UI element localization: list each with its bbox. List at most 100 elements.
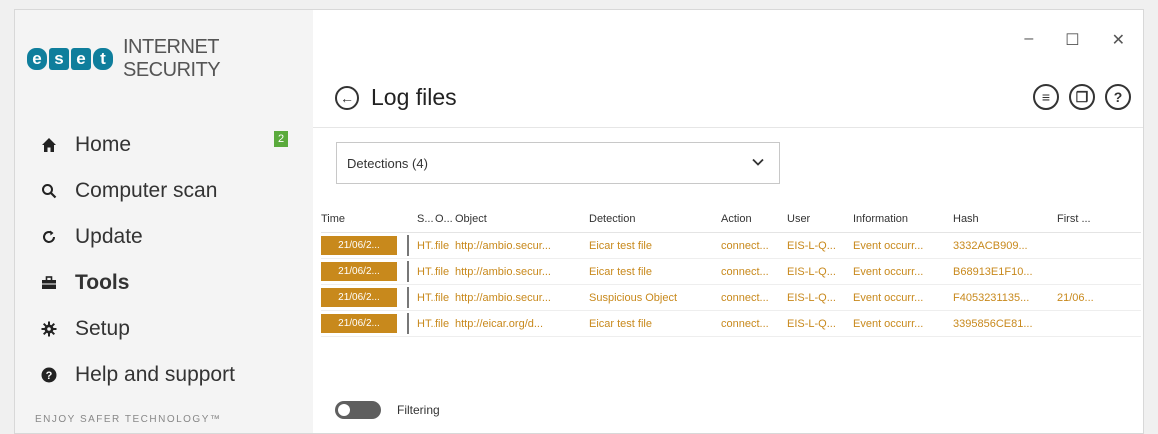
- table-cell: connect...: [721, 239, 769, 252]
- table-cell: Eicar test file: [589, 265, 652, 278]
- sidebar-nav: Home 2 Computer scan Update Tools Setup …: [15, 122, 313, 398]
- window-controls: – ☐ ✕: [1024, 30, 1125, 50]
- table-cell: http://ambio.secur...: [455, 239, 551, 252]
- table-cell: 3332ACB909...: [953, 239, 1028, 252]
- log-type-select[interactable]: Detections (4): [336, 142, 780, 184]
- sidebar-item-tools[interactable]: Tools: [15, 260, 313, 306]
- sidebar-item-label: Tools: [75, 271, 130, 294]
- copy-icon[interactable]: ❐: [1069, 84, 1095, 110]
- table-cell: Event occurr...: [853, 317, 924, 330]
- logo-letter: t: [93, 48, 113, 70]
- page-header: ← Log files: [335, 84, 457, 111]
- table-row[interactable]: 21/06/2... HT... file http://ambio.secur…: [321, 285, 1141, 311]
- sidebar-item-label: Computer scan: [75, 179, 218, 202]
- briefcase-icon: [41, 275, 57, 291]
- table-cell: Suspicious Object: [589, 291, 678, 304]
- home-icon: [41, 137, 57, 153]
- table-cell: connect...: [721, 317, 769, 330]
- toggle-knob: [338, 404, 350, 416]
- time-cell: 21/06/2...: [321, 261, 417, 282]
- table-cell: http://eicar.org/d...: [455, 317, 544, 330]
- header-divider: [313, 127, 1143, 128]
- log-type-value: Detections (4): [347, 155, 428, 171]
- notification-badge: 2: [274, 131, 288, 147]
- help-icon[interactable]: ?: [1105, 84, 1131, 110]
- row-separator: [407, 287, 409, 308]
- table-row[interactable]: 21/06/2... HT... file http://ambio.secur…: [321, 259, 1141, 285]
- table-cell: EIS-L-Q...: [787, 317, 836, 330]
- back-arrow-icon: ←: [340, 89, 354, 106]
- time-chip: 21/06/2...: [321, 314, 397, 333]
- table-cell: connect...: [721, 265, 769, 278]
- table-cell: Event occurr...: [853, 265, 924, 278]
- table-cell: F4053231135...: [953, 291, 1030, 304]
- close-button[interactable]: ✕: [1112, 30, 1125, 50]
- magnifier-icon: [41, 183, 57, 199]
- sidebar: e s e t INTERNET SECURITY Home 2 Compute…: [15, 10, 313, 433]
- sidebar-item-computer-scan[interactable]: Computer scan: [15, 168, 313, 214]
- header-actions: ≡ ❐ ?: [1033, 84, 1131, 110]
- time-cell: 21/06/2...: [321, 235, 417, 256]
- page-title: Log files: [371, 84, 457, 110]
- table-row[interactable]: 21/06/2... HT... file http://ambio.secur…: [321, 233, 1141, 259]
- table-cell: Eicar test file: [589, 317, 652, 330]
- column-header[interactable]: Hash: [953, 213, 1057, 225]
- column-header[interactable]: Information: [853, 213, 953, 225]
- sidebar-item-update[interactable]: Update: [15, 214, 313, 260]
- log-table: Time S... O... Object Detection Action U…: [321, 206, 1141, 337]
- table-cell: http://ambio.secur...: [455, 265, 551, 278]
- app-window: e s e t INTERNET SECURITY Home 2 Compute…: [14, 9, 1144, 434]
- filtering-control: Filtering: [335, 401, 440, 419]
- sidebar-item-home[interactable]: Home 2: [15, 122, 313, 168]
- column-header[interactable]: S...: [417, 213, 435, 225]
- table-cell: EIS-L-Q...: [787, 291, 836, 304]
- list-view-icon[interactable]: ≡: [1033, 84, 1059, 110]
- table-cell: EIS-L-Q...: [787, 239, 836, 252]
- row-separator: [407, 261, 409, 282]
- column-header[interactable]: Object: [455, 213, 589, 225]
- table-cell: 3395856CE81...: [953, 317, 1033, 330]
- sidebar-item-label: Home: [75, 133, 132, 156]
- tagline: ENJOY SAFER TECHNOLOGY™: [35, 414, 222, 425]
- table-cell: connect...: [721, 291, 769, 304]
- table-cell: EIS-L-Q...: [787, 265, 836, 278]
- back-button[interactable]: ←: [335, 85, 359, 110]
- table-cell: http://ambio.secur...: [455, 291, 551, 304]
- table-cell: Event occurr...: [853, 239, 924, 252]
- sidebar-item-setup[interactable]: Setup: [15, 306, 313, 352]
- table-cell: HT...: [417, 265, 435, 278]
- sidebar-item-help[interactable]: ? Help and support: [15, 352, 313, 398]
- refresh-icon: [41, 229, 57, 245]
- table-header: Time S... O... Object Detection Action U…: [321, 206, 1141, 233]
- row-separator: [407, 235, 409, 256]
- product-name: INTERNET SECURITY: [123, 36, 221, 81]
- column-header[interactable]: Time: [321, 213, 417, 225]
- table-cell: file: [435, 317, 450, 330]
- column-header[interactable]: Detection: [589, 213, 721, 225]
- logo-letter: s: [49, 48, 69, 70]
- help-circle-icon: ?: [41, 367, 57, 383]
- table-cell: Eicar test file: [589, 239, 652, 252]
- table-cell: 21/06...: [1057, 291, 1094, 304]
- minimize-button[interactable]: –: [1024, 30, 1033, 50]
- time-cell: 21/06/2...: [321, 287, 417, 308]
- filtering-toggle[interactable]: [335, 401, 381, 419]
- logo-letter: e: [27, 48, 47, 70]
- sidebar-item-label: Help and support: [75, 363, 235, 386]
- sidebar-item-label: Update: [75, 225, 143, 248]
- column-header[interactable]: First ...: [1057, 213, 1107, 225]
- logo-letter: e: [71, 48, 91, 70]
- eset-logo: e s e t INTERNET SECURITY: [27, 36, 313, 82]
- svg-text:?: ?: [46, 370, 53, 382]
- column-header[interactable]: O...: [435, 213, 455, 225]
- column-header[interactable]: Action: [721, 213, 787, 225]
- chevron-down-icon: [751, 155, 765, 172]
- table-row[interactable]: 21/06/2... HT... file http://eicar.org/d…: [321, 311, 1141, 337]
- maximize-button[interactable]: ☐: [1065, 30, 1079, 50]
- column-header[interactable]: User: [787, 213, 853, 225]
- table-cell: file: [435, 239, 450, 252]
- table-cell: HT...: [417, 317, 435, 330]
- row-separator: [407, 313, 409, 334]
- table-cell: Event occurr...: [853, 291, 924, 304]
- filtering-label: Filtering: [397, 403, 440, 417]
